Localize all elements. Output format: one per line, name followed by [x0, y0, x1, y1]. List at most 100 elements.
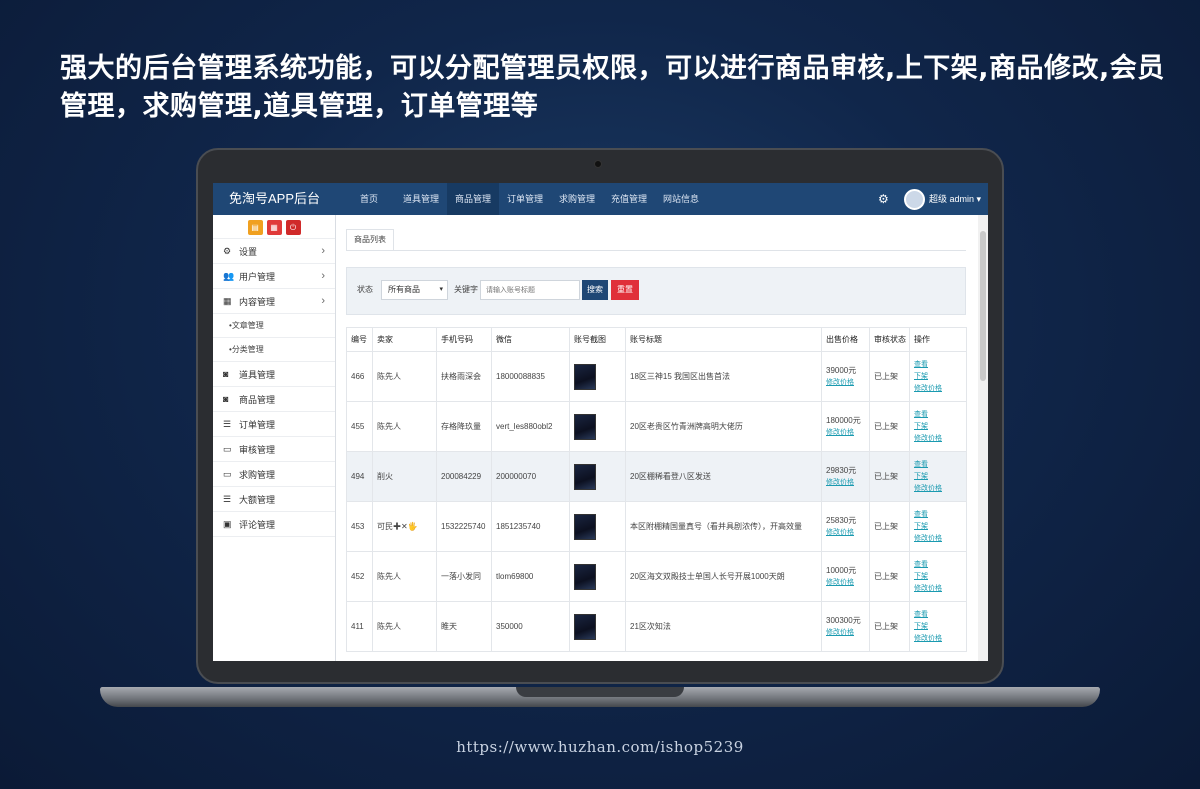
- account-screenshot-thumbnail[interactable]: [574, 463, 596, 490]
- cell-title: 20区海文双殿技士单国人长号开展1000天朗: [625, 551, 822, 602]
- cell-wechat: 18000088835: [491, 351, 570, 402]
- nav-item[interactable]: 商品管理: [447, 183, 499, 215]
- chevron-right-icon: ›: [321, 295, 325, 307]
- sidebar-item[interactable]: ◙ 商品管理: [213, 387, 335, 412]
- action-link[interactable]: 修改价格: [914, 383, 966, 395]
- sidebar-item[interactable]: ▭ 求购管理: [213, 462, 335, 487]
- list-icon: ☰: [223, 418, 232, 429]
- filter-bar: 状态 所有商品 ▾ 关键字 搜索 重置: [346, 267, 966, 315]
- cell-screenshot: [569, 501, 626, 552]
- cell-title: 21区次知法: [625, 601, 822, 652]
- edit-price-link[interactable]: 修改价格: [826, 379, 854, 386]
- column-header: 账号标题: [625, 327, 822, 352]
- cell-seller: 削火: [372, 451, 437, 502]
- edit-price-link[interactable]: 修改价格: [826, 579, 854, 586]
- laptop-screen: 免淘号APP后台 首页 道具管理 商品管理 订单管理 求购管理 充值管理 网站信息 ⚙ 超级…: [213, 183, 988, 661]
- action-link[interactable]: 修改价格: [914, 633, 966, 645]
- scrollbar[interactable]: [978, 215, 988, 661]
- cell-wechat: tlom69800: [491, 551, 570, 602]
- action-link[interactable]: 查看: [914, 359, 966, 371]
- account-screenshot-thumbnail[interactable]: [574, 563, 596, 590]
- comment-icon: ▣: [223, 518, 232, 529]
- action-link[interactable]: 查看: [914, 409, 966, 421]
- action-link[interactable]: 下架: [914, 621, 966, 633]
- column-header: 卖家: [372, 327, 437, 352]
- webcam: [594, 160, 602, 168]
- avatar[interactable]: [904, 189, 925, 210]
- action-link[interactable]: 查看: [914, 459, 966, 471]
- edit-price-link[interactable]: 修改价格: [826, 479, 854, 486]
- nav-item[interactable]: 道具管理: [395, 183, 447, 215]
- sidebar-item[interactable]: ◙ 道具管理: [213, 362, 335, 387]
- cell-price: 29830元 修改价格: [821, 451, 870, 502]
- account-screenshot-thumbnail[interactable]: [574, 613, 596, 640]
- action-link[interactable]: 查看: [914, 559, 966, 571]
- action-link[interactable]: 下架: [914, 471, 966, 483]
- nav-item[interactable]: 充值管理: [603, 183, 655, 215]
- cell-seller: 陈先人: [372, 401, 437, 452]
- cell-seller: 可民✚✕🖐: [372, 501, 437, 552]
- cell-screenshot: [569, 551, 626, 602]
- sidebar-item[interactable]: ▦ 内容管理 ›: [213, 289, 335, 314]
- gear-icon[interactable]: ⚙: [878, 192, 889, 206]
- monitor-icon: ▭: [223, 468, 232, 479]
- cell-id: 455: [346, 401, 373, 452]
- main-content: 商品列表 状态 所有商品 ▾ 关键字 搜索 重置 编号卖家手机号码微信账号截图账号…: [336, 215, 976, 661]
- sidebar-item[interactable]: 👥 用户管理 ›: [213, 264, 335, 289]
- cell-seller: 陈先人: [372, 601, 437, 652]
- nav-item[interactable]: 网站信息: [655, 183, 707, 215]
- cell-wechat: 1851235740: [491, 501, 570, 552]
- edit-price-link[interactable]: 修改价格: [826, 629, 854, 636]
- status-select-value: 所有商品: [388, 285, 420, 294]
- sidebar-sub-item[interactable]: • 文章管理: [213, 314, 335, 338]
- action-link[interactable]: 修改价格: [914, 483, 966, 495]
- cell-screenshot: [569, 401, 626, 452]
- edit-price-link[interactable]: 修改价格: [826, 429, 854, 436]
- price-value: 39000元: [826, 366, 857, 375]
- cell-id: 452: [346, 551, 373, 602]
- sidebar-item[interactable]: ☰ 订单管理: [213, 412, 335, 437]
- edit-price-link[interactable]: 修改价格: [826, 529, 854, 536]
- sidebar-item[interactable]: ▭ 审核管理: [213, 437, 335, 462]
- action-link[interactable]: 查看: [914, 609, 966, 621]
- action-link[interactable]: 下架: [914, 371, 966, 383]
- cell-id: 466: [346, 351, 373, 402]
- cell-phone: 扶格雨深会: [436, 351, 492, 402]
- column-header: 审核状态: [869, 327, 910, 352]
- action-link[interactable]: 查看: [914, 509, 966, 521]
- sidebar-sub-item[interactable]: • 分类管理: [213, 338, 335, 362]
- tab-product-list[interactable]: 商品列表: [346, 229, 394, 251]
- action-link[interactable]: 修改价格: [914, 533, 966, 545]
- user-menu[interactable]: 超级 admin ▾: [929, 183, 981, 215]
- keyword-input[interactable]: [480, 280, 580, 300]
- sidebar-quick-buttons: ▤ ▦ ⏻: [213, 215, 335, 239]
- cell-title: 18区三神15 我国区出售首法: [625, 351, 822, 402]
- action-link[interactable]: 下架: [914, 571, 966, 583]
- cell-price: 180000元 修改价格: [821, 401, 870, 452]
- nav-item[interactable]: 首页: [343, 183, 395, 215]
- scrollbar-thumb[interactable]: [980, 231, 986, 381]
- sidebar-item[interactable]: ☰ 大额管理: [213, 487, 335, 512]
- action-link[interactable]: 修改价格: [914, 583, 966, 595]
- search-button[interactable]: 搜索: [582, 280, 608, 300]
- grid-icon[interactable]: ▦: [266, 220, 282, 235]
- sidebar-item[interactable]: ▣ 评论管理: [213, 512, 335, 537]
- account-screenshot-thumbnail[interactable]: [574, 413, 596, 440]
- cell-title: 本区附棚精国量真号（看并具剧浓传），开高效量: [625, 501, 822, 552]
- account-screenshot-thumbnail[interactable]: [574, 363, 596, 390]
- sidebar-item-label: 道具管理: [239, 369, 276, 380]
- power-icon[interactable]: ⏻: [285, 220, 301, 235]
- nav-item[interactable]: 订单管理: [499, 183, 551, 215]
- action-link[interactable]: 修改价格: [914, 433, 966, 445]
- status-select[interactable]: 所有商品 ▾: [381, 280, 448, 300]
- reset-button[interactable]: 重置: [611, 280, 639, 300]
- cell-status: 已上架: [869, 401, 910, 452]
- file-icon[interactable]: ▤: [247, 220, 263, 235]
- action-link[interactable]: 下架: [914, 421, 966, 433]
- account-screenshot-thumbnail[interactable]: [574, 513, 596, 540]
- sidebar-item[interactable]: ⚙ 设置 ›: [213, 239, 335, 264]
- main-nav: 首页 道具管理 商品管理 订单管理 求购管理 充值管理 网站信息: [343, 183, 707, 215]
- nav-item[interactable]: 求购管理: [551, 183, 603, 215]
- app-brand[interactable]: 免淘号APP后台: [213, 183, 336, 215]
- action-link[interactable]: 下架: [914, 521, 966, 533]
